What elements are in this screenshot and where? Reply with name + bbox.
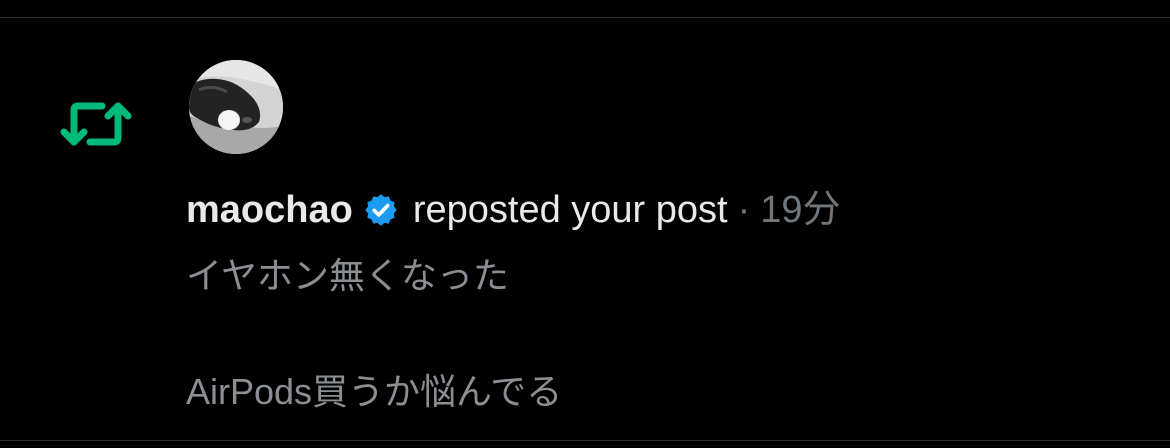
notification-headline: maochao reposted your post · 19分 — [186, 186, 1136, 234]
action-text: reposted your post — [412, 189, 728, 231]
post-text-line: イヤホン無くなった — [186, 255, 509, 296]
repost-icon — [60, 102, 132, 146]
post-text-line: AirPods買うか悩んでる — [186, 371, 563, 412]
repost-notification[interactable]: maochao reposted your post · 19分 イヤホン無くな… — [0, 18, 1170, 440]
divider-bottom — [0, 440, 1170, 441]
username-link[interactable]: maochao — [186, 186, 353, 234]
verified-badge-icon — [365, 194, 397, 226]
post-text-line — [186, 298, 1136, 370]
cat-photo-icon — [189, 60, 283, 154]
notification-content: maochao reposted your post · 19分 イヤホン無くな… — [186, 186, 1136, 414]
cat-avatar[interactable] — [189, 60, 283, 154]
separator: · — [737, 189, 751, 231]
timestamp: 19分 — [760, 189, 841, 231]
